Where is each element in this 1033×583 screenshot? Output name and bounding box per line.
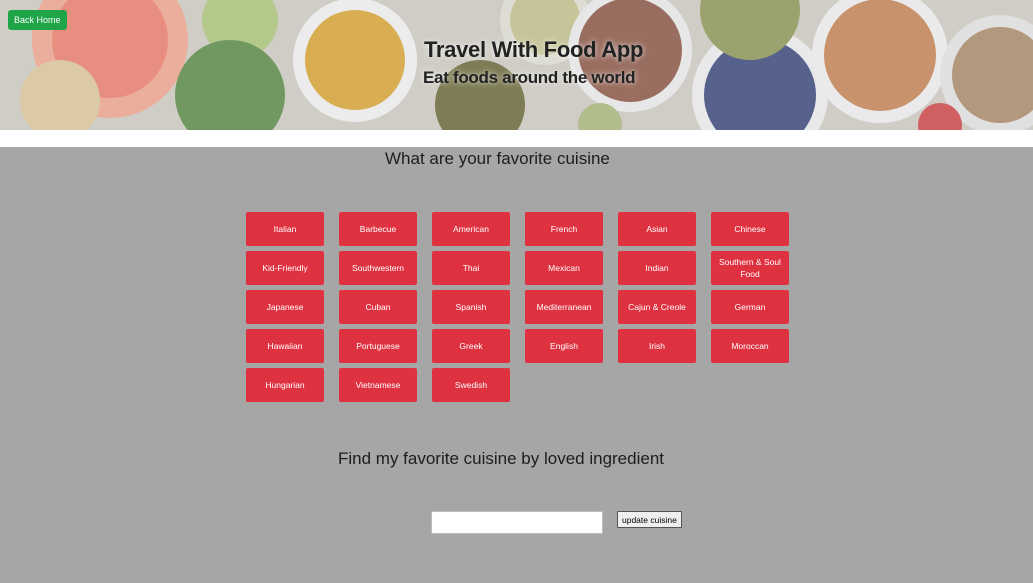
cuisine-button[interactable]: Irish <box>618 329 696 363</box>
cuisine-button[interactable]: Japanese <box>246 290 324 324</box>
hero-banner: Back Home Travel With Food App Eat foods… <box>0 0 1033 130</box>
cuisine-button[interactable]: Asian <box>618 212 696 246</box>
favorite-cuisine-heading: What are your favorite cuisine <box>385 149 610 168</box>
cuisine-button[interactable]: English <box>525 329 603 363</box>
cuisine-button-grid: Italian Barbecue American French Asian Chines… <box>246 212 791 402</box>
cuisine-button[interactable]: Greek <box>432 329 510 363</box>
cuisine-button[interactable]: Cuban <box>339 290 417 324</box>
cuisine-button[interactable]: German <box>711 290 789 324</box>
cuisine-button[interactable]: Hungarian <box>246 368 324 402</box>
cuisine-button[interactable]: Italian <box>246 212 324 246</box>
update-cuisine-button[interactable]: update cuisine <box>617 511 682 528</box>
cuisine-button[interactable]: Mediterranean <box>525 290 603 324</box>
cuisine-button[interactable]: Portuguese <box>339 329 417 363</box>
cuisine-button[interactable]: Chinese <box>711 212 789 246</box>
cuisine-button[interactable]: American <box>432 212 510 246</box>
cuisine-button[interactable]: Spanish <box>432 290 510 324</box>
ingredient-heading: Find my favorite cuisine by loved ingred… <box>338 449 664 468</box>
app-subtitle: Eat foods around the world <box>423 68 636 87</box>
header-divider <box>0 130 1033 147</box>
cuisine-button[interactable]: Barbecue <box>339 212 417 246</box>
cuisine-button[interactable]: Southern & Soul Food <box>711 251 789 285</box>
cuisine-button[interactable]: Indian <box>618 251 696 285</box>
cuisine-button[interactable]: Hawaiian <box>246 329 324 363</box>
cuisine-button[interactable]: Moroccan <box>711 329 789 363</box>
cuisine-button[interactable]: Mexican <box>525 251 603 285</box>
cuisine-button[interactable]: Cajun & Creole <box>618 290 696 324</box>
ingredient-input[interactable] <box>431 511 603 534</box>
back-home-button[interactable]: Back Home <box>8 10 67 30</box>
cuisine-button[interactable]: Thai <box>432 251 510 285</box>
cuisine-button[interactable]: French <box>525 212 603 246</box>
cuisine-button[interactable]: Southwestern <box>339 251 417 285</box>
app-title: Travel With Food App <box>424 37 644 62</box>
cuisine-button[interactable]: Swedish <box>432 368 510 402</box>
cuisine-button[interactable]: Vietnamese <box>339 368 417 402</box>
cuisine-button[interactable]: Kid-Friendly <box>246 251 324 285</box>
